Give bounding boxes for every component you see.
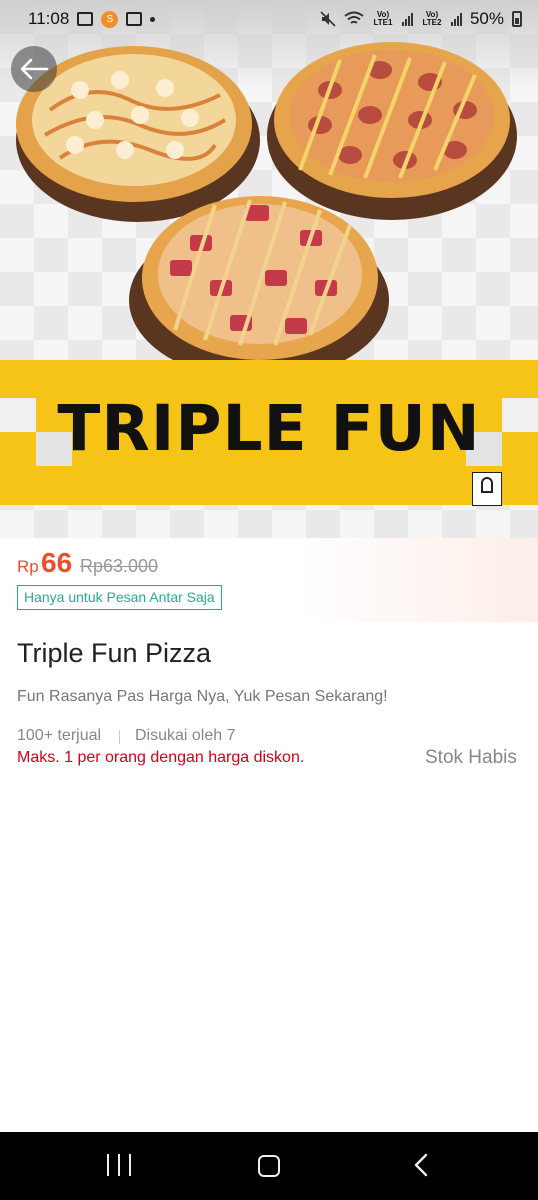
- wifi-icon: [344, 11, 364, 24]
- signal-2-icon: [450, 12, 462, 26]
- mute-icon: [320, 11, 336, 27]
- signal-1-icon: [401, 12, 413, 26]
- system-back-button[interactable]: [410, 1153, 434, 1177]
- liked-count: Disukai oleh 7: [135, 727, 236, 744]
- purchase-limit-note: Maks. 1 per orang dengan harga diskon.: [17, 749, 305, 766]
- halal-logo: [472, 472, 502, 506]
- more-notifications-dot-icon: [150, 16, 156, 22]
- product-description: Fun Rasanya Pas Harga Nya, Yuk Pesan Sek…: [17, 688, 388, 705]
- arrow-left-icon: [20, 58, 49, 80]
- sold-count: 100+ terjual: [17, 727, 102, 744]
- product-title: Triple Fun Pizza: [17, 638, 212, 668]
- price-current: 66: [41, 547, 73, 578]
- product-hero-image[interactable]: TRIPLE FUN: [0, 0, 538, 538]
- lte1-label: Vo) LTE1: [373, 10, 393, 27]
- price-currency: Rp: [17, 557, 39, 576]
- gallery-notification-icon: [77, 12, 94, 26]
- recents-button[interactable]: [107, 1154, 131, 1176]
- price-original: Rp63.000: [80, 556, 159, 576]
- battery-percent: 50%: [469, 9, 504, 28]
- delivery-only-badge: Hanya untuk Pesan Antar Saja: [17, 585, 222, 610]
- app-notification-icon: S: [101, 10, 119, 28]
- status-time: 11:08: [28, 9, 70, 28]
- home-button[interactable]: [258, 1155, 280, 1177]
- checkbox-notification-icon: [126, 12, 143, 26]
- battery-icon: [512, 11, 522, 27]
- back-button[interactable]: [11, 46, 57, 92]
- stock-status: Stok Habis: [425, 747, 517, 768]
- hero-title: TRIPLE FUN: [57, 392, 481, 465]
- lte2-label: Vo) LTE2: [422, 10, 442, 27]
- status-bar: 11:08 S Vo) LTE1 Vo) LTE2 50%: [0, 0, 538, 38]
- stats-divider: [119, 730, 120, 744]
